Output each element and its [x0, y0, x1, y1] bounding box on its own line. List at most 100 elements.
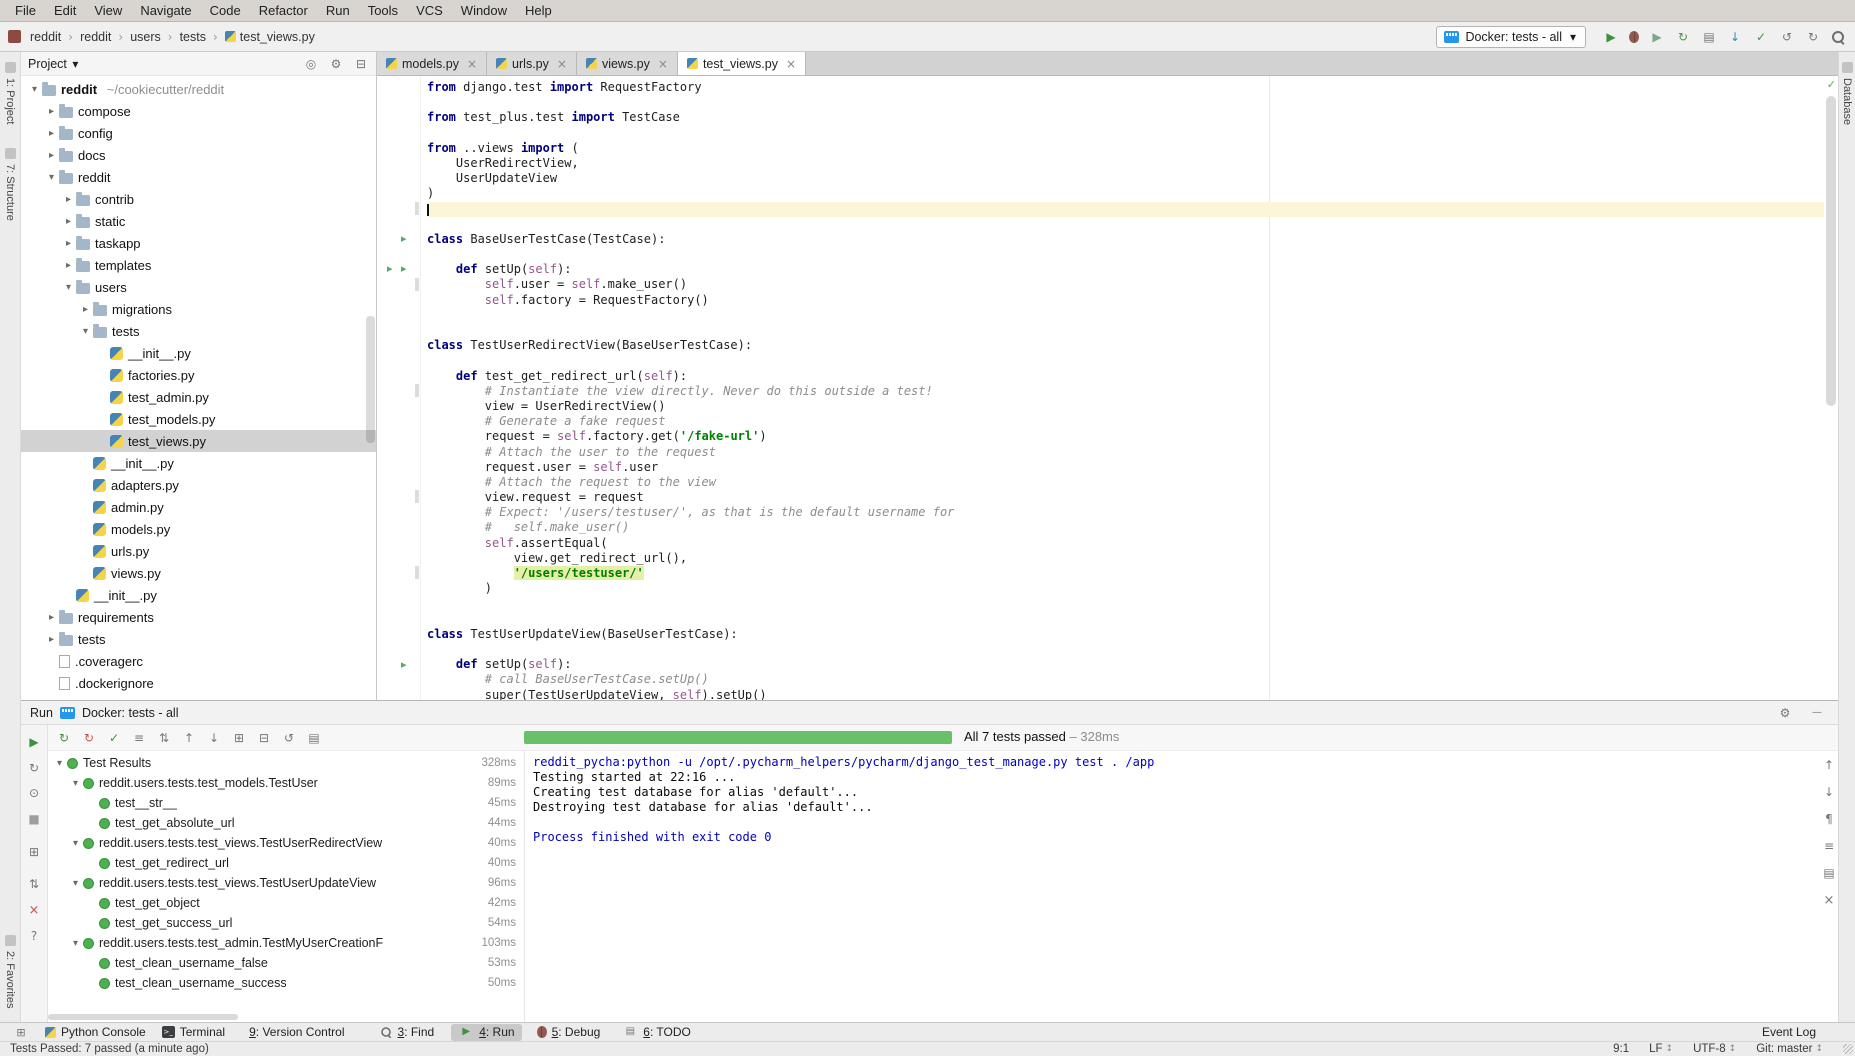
tool-window-button-run[interactable]: ▶4: Run [451, 1024, 521, 1041]
tree-collapse-arrow-icon[interactable]: ▸ [61, 216, 76, 227]
tree-expanded-arrow-icon[interactable]: ▾ [44, 172, 59, 183]
tool-window-button-debug[interactable]: 5: Debug [530, 1024, 608, 1041]
tree-collapse-arrow-icon[interactable]: ▸ [44, 150, 59, 161]
tree-collapse-arrow-icon[interactable]: ▸ [78, 304, 93, 315]
code-line[interactable]: UserUpdateView [427, 171, 1824, 186]
scroll-up-icon[interactable]: ↑ [1821, 757, 1837, 773]
tree-expanded-arrow-icon[interactable]: ▾ [27, 84, 42, 95]
code-line[interactable]: request = self.factory.get('/fake-url') [427, 429, 1824, 444]
rerun-failed-icon[interactable]: ↻ [26, 760, 42, 776]
collapse-all-icon[interactable]: ⊟ [256, 730, 272, 746]
project-tree-item[interactable]: __init__.py [21, 342, 376, 364]
project-tree-item[interactable]: adapters.py [21, 474, 376, 496]
code-line[interactable] [427, 612, 1824, 627]
project-tree-item[interactable]: ▸contrib [21, 188, 376, 210]
tool-window-button-version-control[interactable]: 9: Version Control [242, 1024, 351, 1041]
test-result-row[interactable]: ▾reddit.users.tests.test_admin.TestMyUse… [48, 933, 524, 953]
project-tree-item[interactable]: ▸requirements [21, 606, 376, 628]
hide-panel-icon[interactable]: ⊟ [353, 56, 369, 72]
test-history-icon[interactable]: ↺ [281, 730, 297, 746]
rerun-failed-small-icon[interactable]: ↻ [81, 730, 97, 746]
tree-collapse-arrow-icon[interactable]: ▸ [44, 128, 59, 139]
close-tab-icon[interactable]: × [658, 57, 668, 71]
menu-refactor[interactable]: Refactor [250, 0, 317, 21]
run-icon[interactable]: ▶ [1603, 29, 1619, 45]
menu-file[interactable]: File [6, 0, 45, 21]
tool-stripe-favorites[interactable]: 2: Favorites [4, 935, 16, 1008]
project-tree-item[interactable]: test_models.py [21, 408, 376, 430]
project-tree-item[interactable]: views.py [21, 562, 376, 584]
project-panel-title[interactable]: Project ▾ [28, 56, 80, 72]
editor-tab[interactable]: views.py× [577, 52, 678, 75]
tool-window-button-python-console[interactable]: Python Console [38, 1024, 153, 1041]
code-line[interactable]: view.get_redirect_url(), [427, 551, 1824, 566]
next-failed-icon[interactable]: ↓ [206, 730, 222, 746]
tree-expanded-arrow-icon[interactable]: ▾ [61, 282, 76, 293]
soft-wrap-icon[interactable]: ¶ [1821, 811, 1837, 827]
run-test-gutter-icon[interactable]: ▸ [387, 262, 393, 275]
show-passed-icon[interactable]: ✓ [106, 730, 122, 746]
restart-icon[interactable]: ↻ [1675, 29, 1691, 45]
project-tree-item[interactable]: factories.py [21, 364, 376, 386]
scroll-lock-icon[interactable]: ⇅ [26, 876, 42, 892]
tool-stripe-database[interactable]: Database [1841, 62, 1853, 125]
export-results-icon[interactable]: ▤ [306, 730, 322, 746]
run-configuration-select[interactable]: Docker: tests - all ▾ [1436, 26, 1586, 48]
code-line[interactable]: # Instantiate the view directly. Never d… [427, 384, 1824, 399]
code-line[interactable] [427, 323, 1824, 338]
test-result-row[interactable]: ▾Test Results328ms [48, 753, 524, 773]
tool-stripe-project[interactable]: 1: Project [4, 62, 16, 124]
run-test-gutter-icon[interactable]: ▸ [401, 658, 407, 671]
project-tree-scrollbar[interactable] [366, 316, 375, 443]
tree-collapse-arrow-icon[interactable]: ▸ [61, 194, 76, 205]
code-line[interactable] [427, 596, 1824, 611]
code-line[interactable]: class TestUserRedirectView(BaseUserTestC… [427, 338, 1824, 353]
test-result-row[interactable]: test_clean_username_false53ms [48, 953, 524, 973]
test-result-row[interactable]: test_get_success_url54ms [48, 913, 524, 933]
tree-collapse-arrow-icon[interactable]: ▸ [61, 238, 76, 249]
code-area[interactable]: from django.test import RequestFactoryfr… [421, 76, 1824, 700]
history-icon[interactable]: ↻ [1805, 29, 1821, 45]
tree-expanded-arrow-icon[interactable]: ▾ [68, 938, 83, 949]
stop-icon[interactable]: ■ [26, 811, 42, 827]
project-tree-item[interactable]: ▸docs [21, 144, 376, 166]
editor-scrollbar[interactable] [1826, 96, 1836, 406]
tree-expanded-arrow-icon[interactable]: ▾ [78, 326, 93, 337]
code-line[interactable]: def setUp(self): [427, 262, 1824, 277]
menu-edit[interactable]: Edit [45, 0, 85, 21]
project-tree-item[interactable]: ▸tests [21, 628, 376, 650]
menu-navigate[interactable]: Navigate [131, 0, 200, 21]
project-tree-item[interactable]: urls.py [21, 540, 376, 562]
project-tree-item[interactable]: ▸templates [21, 254, 376, 276]
project-tree-item[interactable]: ▸compose [21, 100, 376, 122]
code-line[interactable]: view = UserRedirectView() [427, 399, 1824, 414]
project-tree-item[interactable]: ▾tests [21, 320, 376, 342]
project-tree-item[interactable]: ▾reddit ~/cookiecutter/reddit [21, 78, 376, 100]
test-tree-scrollbar[interactable] [48, 1014, 238, 1020]
locate-file-icon[interactable]: ◎ [303, 56, 319, 72]
tree-expanded-arrow-icon[interactable]: ▾ [68, 778, 83, 789]
code-line[interactable]: def setUp(self): [427, 657, 1824, 672]
project-tree-item[interactable]: test_admin.py [21, 386, 376, 408]
code-line[interactable] [427, 247, 1824, 262]
status-widget-git-branch[interactable]: Git: master↕ [1756, 1043, 1823, 1055]
project-tree-item[interactable]: .coveragerc [21, 650, 376, 672]
test-result-row[interactable]: test_clean_username_success50ms [48, 973, 524, 993]
breadcrumb-item[interactable]: reddit [78, 28, 113, 46]
code-line[interactable]: self.factory = RequestFactory() [427, 293, 1824, 308]
vcs-rollback-icon[interactable]: ↺ [1779, 29, 1795, 45]
code-line[interactable]: # Expect: '/users/testuser/', as that is… [427, 505, 1824, 520]
vcs-commit-icon[interactable]: ✓ [1753, 29, 1769, 45]
tree-collapse-arrow-icon[interactable]: ▸ [44, 634, 59, 645]
breadcrumb-item[interactable]: tests [178, 28, 208, 46]
code-line[interactable]: # Attach the request to the view [427, 475, 1824, 490]
close-tab-icon[interactable]: × [786, 57, 796, 71]
code-line[interactable]: UserRedirectView, [427, 156, 1824, 171]
project-tree-item[interactable]: .dockerignore [21, 672, 376, 694]
project-tree-item[interactable]: models.py [21, 518, 376, 540]
sort-alpha-icon[interactable]: ⇅ [156, 730, 172, 746]
pin-icon[interactable]: ⊙ [26, 785, 42, 801]
tree-expanded-arrow-icon[interactable]: ▾ [52, 758, 67, 769]
tool-window-button-terminal[interactable]: >_Terminal [155, 1024, 232, 1041]
breadcrumb-item[interactable]: reddit [28, 28, 63, 46]
